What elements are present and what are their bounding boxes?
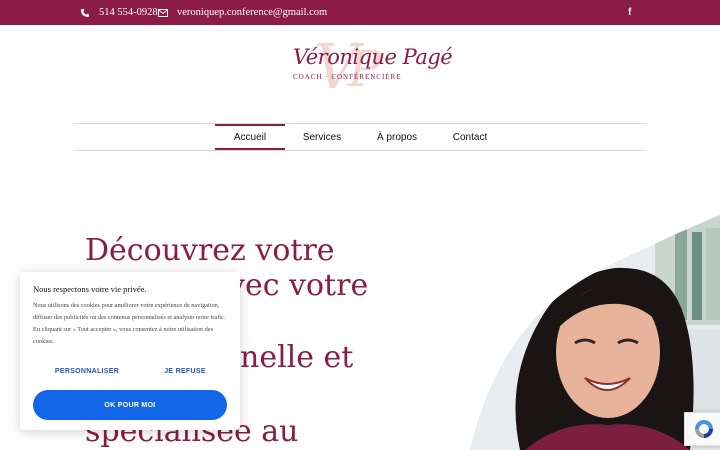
refuse-button[interactable]: JE REFUSE bbox=[147, 364, 223, 378]
cookie-title: Nous respectons votre vie privée. bbox=[33, 284, 147, 294]
customize-button[interactable]: PERSONNALISER bbox=[33, 364, 141, 378]
hero-heading-line-2: vec votre bbox=[228, 268, 369, 303]
cookie-body-text: Nous utilisons des cookies pour améliore… bbox=[33, 302, 226, 345]
hero-heading-line-3: nelle et bbox=[240, 340, 354, 375]
hero-heading-line-1: Découvrez votre bbox=[85, 233, 335, 268]
recaptcha-badge[interactable] bbox=[684, 412, 720, 446]
accept-button[interactable]: OK POUR MOI bbox=[33, 390, 227, 420]
recaptcha-icon bbox=[695, 420, 713, 438]
cookie-consent-modal: Nous respectons votre vie privée. Nous u… bbox=[20, 272, 240, 430]
